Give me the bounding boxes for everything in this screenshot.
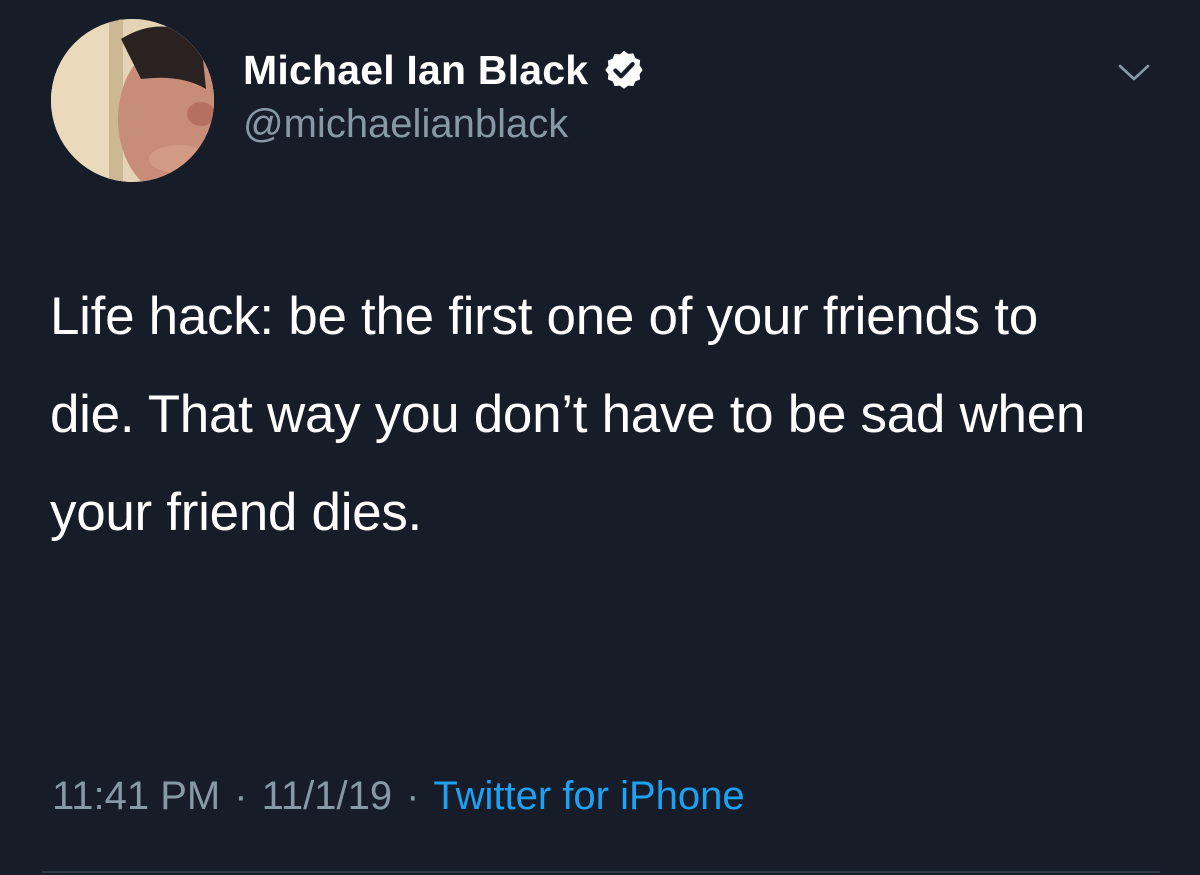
author-name-row: Michael Ian Black: [243, 44, 646, 96]
tweet-text: Life hack: be the first one of your frie…: [50, 287, 1086, 542]
verified-badge-icon: [602, 48, 646, 92]
author-handle[interactable]: @michaelianblack: [243, 102, 568, 147]
meta-separator: ·: [234, 774, 248, 818]
tweet-time[interactable]: 11:41 PM: [52, 774, 220, 819]
meta-separator: ·: [406, 774, 420, 818]
tweet-card: Michael Ian Black @michaelianblack Life …: [0, 0, 1200, 875]
chevron-down-icon[interactable]: [1112, 58, 1156, 88]
tweet-source-link[interactable]: Twitter for iPhone: [433, 774, 744, 819]
tweet-meta: 11:41 PM · 11/1/19 · Twitter for iPhone: [52, 774, 745, 819]
avatar[interactable]: [51, 19, 214, 182]
author-display-name[interactable]: Michael Ian Black: [243, 47, 588, 94]
divider: [42, 871, 1160, 873]
tweet-date[interactable]: 11/1/19: [262, 774, 393, 819]
avatar-photo: [51, 19, 214, 182]
